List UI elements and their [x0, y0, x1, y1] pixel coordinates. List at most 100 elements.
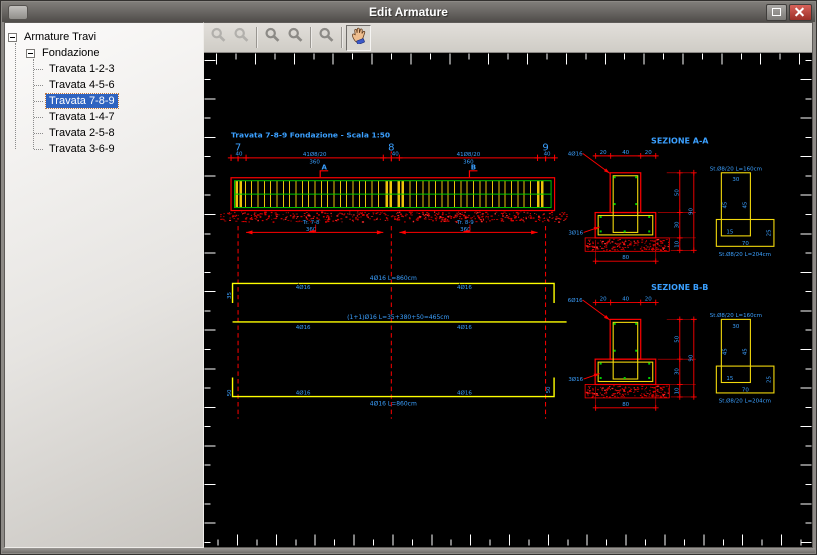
section-leader-top: 4Ø16: [568, 150, 583, 157]
stirrup-dim: 15: [726, 229, 733, 235]
dim-support: 40: [236, 152, 244, 158]
stirrup-dim: 45: [742, 348, 748, 355]
cut-label-b: B: [471, 163, 476, 171]
tree-item-travata-1-2-3[interactable]: Travata 1-2-3: [44, 61, 200, 77]
edit-armature-window: Edit Armature Armature Travi Fondazione …: [0, 0, 817, 555]
zoom-out-icon: [287, 27, 304, 49]
tree-item-travata-7-8-9[interactable]: Travata 7-8-9: [44, 93, 200, 109]
tree-item-travata-1-4-7[interactable]: Travata 1-4-7: [44, 109, 200, 125]
stirrup-bottom-label: St.Ø8/20 L=204cm: [719, 397, 771, 404]
tree-item-label: Travata 1-4-7: [49, 111, 115, 123]
bar-hook-dim: 50: [546, 386, 552, 393]
maximize-button[interactable]: [766, 3, 787, 21]
stirrup-dim: 25: [766, 376, 772, 383]
toolbar-separator: [310, 27, 312, 48]
window-bottom-edge[interactable]: [2, 548, 815, 553]
bar-tick: 4Ø16: [296, 324, 311, 331]
stirrup-dim: 15: [726, 376, 733, 382]
tree-item-travata-3-6-9[interactable]: Travata 3-6-9: [44, 141, 200, 157]
bar-hook-dim: 35: [227, 292, 233, 299]
tree-panel: Armature Travi Fondazione Travata 1-2-3 T…: [4, 22, 204, 548]
section-top-dim: 20: [645, 297, 653, 303]
bar-bottom: [231, 377, 555, 398]
stirrup-bottom-label: St.Ø8/20 L=204cm: [719, 251, 771, 258]
cad-canvas[interactable]: Travata 7-8-9 Fondazione - Scala 1:50 7 …: [204, 53, 812, 547]
toolbar: [204, 23, 812, 53]
zoom-in-button[interactable]: [261, 26, 284, 50]
tree-root-armature-travi[interactable]: Armature Travi: [8, 29, 200, 45]
stirrup-dim: 25: [766, 229, 772, 236]
span-tag-2-len: 360: [460, 227, 471, 233]
tree-item-label: Travata 1-2-3: [49, 63, 115, 75]
zoom-window-icon: [318, 27, 335, 49]
tree-item-label: Travata 7-8-9: [45, 93, 119, 109]
section-side-dim: 50: [674, 335, 680, 342]
bar-top: [231, 282, 555, 303]
rulers: [204, 53, 812, 546]
bar-hook-dim: 50: [227, 389, 233, 396]
zoom-out-button[interactable]: [284, 26, 307, 50]
dim-support: 40: [544, 152, 552, 158]
bar-tick: 4Ø16: [457, 284, 472, 291]
section-bottom-dim: 80: [622, 402, 630, 408]
window-title: Edit Armature: [369, 5, 448, 19]
toolbar-separator: [256, 27, 258, 48]
drawing-canvas[interactable]: Travata 7-8-9 Fondazione - Scala 1:50 7 …: [204, 53, 812, 547]
bar-tick: 4Ø16: [457, 390, 472, 397]
stirrup-dim: 45: [722, 202, 728, 209]
stirrup-top-label: St.Ø8/20 L=160cm: [710, 312, 762, 319]
section-leader-bottom: 3Ø16: [568, 376, 583, 383]
bar-tick: 4Ø16: [457, 324, 472, 331]
tree-item-travata-4-5-6[interactable]: Travata 4-5-6: [44, 77, 200, 93]
section-b: SEZIONE B-B 20 40 20 6Ø16 3Ø16 50 30 10 …: [568, 283, 775, 411]
tree-item-label: Travata 2-5-8: [49, 127, 115, 139]
stirrup-dim: 45: [742, 202, 748, 209]
section-top-dim: 20: [600, 150, 608, 156]
cut-label-a: A: [321, 163, 327, 171]
section-side-dim: 50: [674, 189, 680, 196]
drawing-main: Travata 7-8-9 Fondazione - Scala 1:50 7 …: [220, 131, 568, 419]
zoom-window-button[interactable]: [315, 26, 338, 50]
span-tag-1-len: 360: [306, 227, 317, 233]
tree-item-travata-2-5-8[interactable]: Travata 2-5-8: [44, 125, 200, 141]
drawing-title: Travata 7-8-9 Fondazione - Scala 1:50: [231, 131, 390, 140]
zoom-realtime-button[interactable]: [207, 26, 230, 50]
stirrup-dim: 70: [742, 387, 750, 393]
section-leader-bottom: 3Ø16: [568, 229, 583, 236]
section-side-total: 90: [688, 208, 694, 215]
section-leader-top: 6Ø16: [568, 297, 583, 304]
tree-group-fondazione[interactable]: Fondazione: [26, 45, 200, 61]
stirrup-dim: 45: [722, 348, 728, 355]
section-a: SEZIONE A-A 20 40 20 4Ø16 3Ø16 50 30 10 …: [568, 136, 775, 265]
zoom-extents-button[interactable]: [230, 26, 253, 50]
section-top-dim: 20: [600, 297, 608, 303]
span-tag-2-name: Tr. 8-9: [456, 220, 474, 226]
section-top-dim: 40: [622, 150, 630, 156]
tree-group-label: Fondazione: [42, 47, 100, 59]
stirrup-top-label: St.Ø8/20 L=160cm: [710, 165, 762, 172]
stirrup-dim: 30: [732, 324, 740, 330]
section-side-dim: 10: [674, 240, 680, 247]
dim-stirrups-span2: 41Ø8/20: [457, 151, 481, 158]
bar-bottom-label: 4Ø16 L=860cm: [370, 401, 417, 408]
stirrup-dim: 70: [742, 241, 750, 247]
ground-hatch: [220, 211, 568, 223]
bar-tick: 4Ø16: [296, 390, 311, 397]
collapse-icon[interactable]: [26, 48, 35, 58]
bar-top-label: 4Ø16 L=860cm: [370, 275, 417, 282]
collapse-icon[interactable]: [8, 32, 17, 42]
maximize-icon: [772, 8, 781, 16]
dim-support: 40: [392, 152, 400, 158]
magrone-hatch: [585, 238, 670, 252]
title-bar[interactable]: Edit Armature: [2, 2, 815, 22]
tree-item-label: Travata 3-6-9: [49, 143, 115, 155]
stirrup-dim: 30: [732, 177, 740, 183]
section-top-dim: 40: [622, 297, 630, 303]
span-tag-1-name: Tr. 7-8: [302, 220, 320, 226]
close-button[interactable]: [789, 3, 812, 21]
pan-button[interactable]: [346, 24, 371, 51]
tree-root-label: Armature Travi: [24, 31, 97, 43]
zoom-in-icon: [264, 27, 281, 49]
section-title: SEZIONE B-B: [651, 283, 708, 292]
section-title: SEZIONE A-A: [651, 136, 709, 145]
